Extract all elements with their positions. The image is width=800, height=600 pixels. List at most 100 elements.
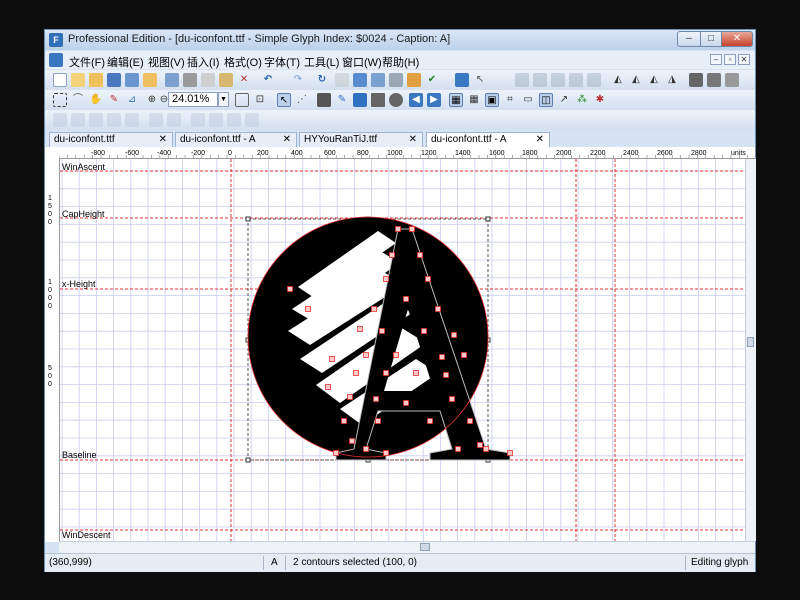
black-box-icon[interactable] bbox=[371, 93, 385, 107]
pen-tool-icon[interactable] bbox=[533, 73, 547, 87]
menu-format[interactable]: 格式(O) bbox=[224, 54, 262, 70]
bounding-box-icon[interactable]: ▭ bbox=[521, 93, 535, 107]
tab-du-iconfont[interactable]: du-iconfont.ttf ✕ bbox=[49, 132, 173, 148]
snap-icon[interactable]: ⌗ bbox=[503, 93, 517, 107]
undo-icon[interactable]: ↶ bbox=[261, 73, 275, 87]
insert-node-icon[interactable] bbox=[227, 113, 241, 127]
group-icon[interactable] bbox=[689, 73, 703, 87]
mdi-minimize-button[interactable]: – bbox=[710, 54, 722, 65]
maximize-button[interactable]: □ bbox=[700, 31, 722, 47]
vertical-scroll-thumb[interactable] bbox=[747, 337, 754, 347]
tab-du-iconfont-a[interactable]: du-iconfont.ttf - A ✕ bbox=[175, 132, 297, 148]
glyph-window-icon[interactable] bbox=[353, 73, 367, 87]
tab-close-icon[interactable]: ✕ bbox=[536, 133, 544, 147]
next-glyph-icon[interactable]: ▶ bbox=[427, 93, 441, 107]
ruler-tool-icon[interactable] bbox=[587, 73, 601, 87]
tab-close-icon[interactable]: ✕ bbox=[159, 133, 167, 147]
menu-insert[interactable]: 插入(I) bbox=[187, 54, 219, 70]
open-folder-icon[interactable] bbox=[89, 73, 103, 87]
document-icon[interactable] bbox=[49, 53, 63, 67]
show-points-icon[interactable]: ↖ bbox=[277, 93, 291, 107]
refresh-icon[interactable]: ↻ bbox=[315, 73, 329, 87]
hint-tool-icon[interactable] bbox=[551, 73, 565, 87]
top-align-icon[interactable]: ◮ bbox=[665, 73, 679, 87]
show-handles-icon[interactable]: ⋰ bbox=[295, 93, 309, 107]
paste-icon[interactable] bbox=[219, 73, 233, 87]
menu-file[interactable]: 文件(F) bbox=[69, 54, 105, 70]
close-button[interactable]: ✕ bbox=[721, 31, 753, 47]
transform-icon[interactable] bbox=[407, 73, 421, 87]
tangent-icon[interactable] bbox=[167, 113, 181, 127]
save-icon[interactable] bbox=[107, 73, 121, 87]
redo-icon[interactable]: ↷ bbox=[291, 73, 305, 87]
close-file-icon[interactable] bbox=[143, 73, 157, 87]
guides-icon[interactable]: ▦ bbox=[467, 93, 481, 107]
menu-tools[interactable]: 工具(L) bbox=[304, 54, 339, 70]
font-properties-icon[interactable] bbox=[389, 73, 403, 87]
fill-icon[interactable] bbox=[317, 93, 331, 107]
show-numbers-icon[interactable]: ↗ bbox=[557, 93, 571, 107]
menu-edit[interactable]: 编辑(E) bbox=[107, 54, 144, 70]
grid-icon[interactable]: ▦ bbox=[449, 93, 463, 107]
horizontal-ruler[interactable]: -800 -600 -400 -200 0 200 400 600 800 10… bbox=[58, 147, 755, 159]
pointer-tool-icon[interactable]: ↖ bbox=[473, 73, 487, 87]
reverse-icon[interactable] bbox=[71, 113, 85, 127]
align-tool-icon[interactable] bbox=[569, 73, 583, 87]
zoom-dropdown-chevron-down-icon[interactable]: ▼ bbox=[218, 92, 229, 107]
vertical-scrollbar[interactable] bbox=[745, 159, 756, 541]
ungroup-icon[interactable] bbox=[707, 73, 721, 87]
hand-icon[interactable]: ✋ bbox=[89, 93, 103, 107]
combine-icon[interactable] bbox=[725, 73, 739, 87]
left-align-icon[interactable]: ◭ bbox=[611, 73, 625, 87]
knife-icon[interactable]: ✎ bbox=[107, 93, 121, 107]
smooth-icon[interactable] bbox=[125, 113, 139, 127]
test-font-icon[interactable] bbox=[455, 73, 469, 87]
previous-glyph-icon[interactable]: ◀ bbox=[409, 93, 423, 107]
black-circle-icon[interactable] bbox=[389, 93, 403, 107]
zoom-input[interactable]: 24.01% bbox=[168, 92, 218, 107]
horizontal-scroll-thumb[interactable] bbox=[420, 543, 430, 551]
menu-window[interactable]: 窗口(W) bbox=[342, 54, 382, 70]
metrics-window-icon[interactable] bbox=[371, 73, 385, 87]
right-align-icon[interactable]: ◭ bbox=[647, 73, 661, 87]
menu-font[interactable]: 字体(T) bbox=[264, 54, 300, 70]
measure-icon[interactable]: ⊿ bbox=[125, 93, 139, 107]
select-rect-icon[interactable] bbox=[53, 93, 67, 107]
zoom-selection-icon[interactable]: ⊡ bbox=[253, 93, 267, 107]
delete-node-icon[interactable] bbox=[245, 113, 259, 127]
preview-icon[interactable] bbox=[353, 93, 367, 107]
edit-outline-icon[interactable]: ✎ bbox=[335, 93, 349, 107]
save-all-icon[interactable] bbox=[125, 73, 139, 87]
find-icon[interactable] bbox=[165, 73, 179, 87]
delete-icon[interactable]: ✕ bbox=[237, 73, 251, 87]
corner-icon[interactable] bbox=[149, 113, 163, 127]
line-icon[interactable] bbox=[209, 113, 223, 127]
tab-du-iconfont-a-active[interactable]: du-iconfont.ttf - A ✕ bbox=[426, 132, 550, 148]
vertical-ruler[interactable]: 1 5 0 0 1 0 0 0 5 0 0 bbox=[45, 158, 60, 542]
new-file-icon[interactable] bbox=[53, 73, 67, 87]
open-file-icon[interactable] bbox=[71, 73, 85, 87]
mdi-close-button[interactable]: ✕ bbox=[738, 54, 750, 65]
tab-close-icon[interactable]: ✕ bbox=[283, 133, 291, 147]
contour-icon[interactable] bbox=[53, 113, 67, 127]
split-icon[interactable] bbox=[107, 113, 121, 127]
cut-icon[interactable] bbox=[183, 73, 197, 87]
menu-view[interactable]: 视图(V) bbox=[148, 54, 185, 70]
horizontal-scrollbar[interactable] bbox=[59, 541, 755, 553]
validate-icon[interactable]: ✔ bbox=[425, 73, 439, 87]
copy-icon[interactable] bbox=[201, 73, 215, 87]
menu-help[interactable]: 帮助(H) bbox=[382, 54, 419, 70]
merge-icon[interactable] bbox=[89, 113, 103, 127]
minimize-button[interactable]: – bbox=[677, 31, 701, 47]
lasso-icon[interactable]: ⌒ bbox=[71, 93, 85, 107]
error-check-icon[interactable]: ✱ bbox=[593, 93, 607, 107]
app-icon[interactable]: F bbox=[49, 33, 63, 47]
glyph-canvas[interactable]: WinAscent CapHeight x-Height Baseline Wi… bbox=[60, 159, 745, 541]
center-align-icon[interactable]: ◭ bbox=[629, 73, 643, 87]
show-nodes-icon[interactable]: ◫ bbox=[539, 93, 553, 107]
node-types-icon[interactable]: ⁂ bbox=[575, 93, 589, 107]
tab-hyyourantij[interactable]: HYYouRanTiJ.ttf ✕ bbox=[299, 132, 423, 148]
mdi-restore-button[interactable]: ▫ bbox=[724, 54, 736, 65]
outline-tool-icon[interactable] bbox=[515, 73, 529, 87]
tab-close-icon[interactable]: ✕ bbox=[409, 133, 417, 147]
